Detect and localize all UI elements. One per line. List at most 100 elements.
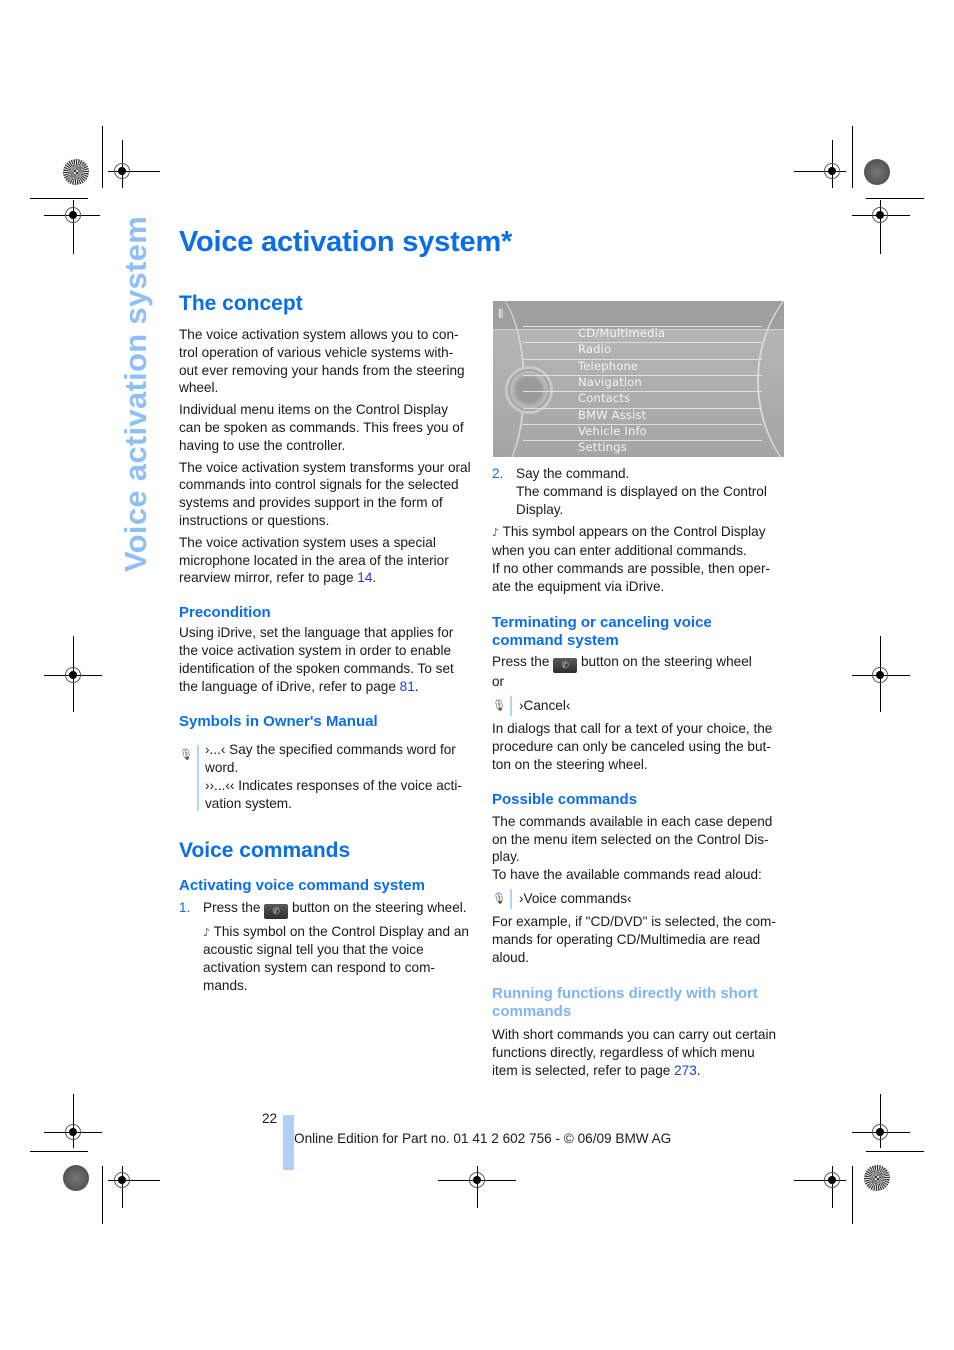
display-menu-item: Contacts — [578, 391, 631, 406]
step-1-text: Press the ✆ button on the steering wheel… — [203, 899, 471, 919]
registration-mark — [824, 1172, 840, 1188]
registration-mark — [65, 1124, 81, 1140]
command-text: ›Voice commands‹ — [519, 890, 632, 906]
page-link-14[interactable]: 14 — [357, 570, 372, 585]
menu-divider — [523, 374, 762, 376]
step-text: button on the steering wheel. — [291, 899, 467, 915]
symbol-note-2: If no other commands are possible, then … — [492, 560, 771, 594]
crop-line — [866, 1151, 924, 1152]
mic-icon: ⦀ — [498, 307, 504, 321]
registration-mark — [114, 163, 130, 179]
step-1: 1. Press the ✆ button on the steering wh… — [179, 899, 471, 995]
concept-paragraph: The voice activation system transforms y… — [179, 459, 471, 528]
edition-note: Online Edition for Part no. 01 41 2 602 … — [294, 1131, 672, 1146]
right-column: 2. Say the command. The command is displ… — [492, 465, 784, 1080]
registration-mark — [65, 667, 81, 683]
concept-text: The voice activation system uses a speci… — [179, 534, 449, 586]
possible-commands-heading: Possible commands — [492, 790, 638, 808]
registration-rosette — [63, 159, 89, 185]
registration-rosette — [864, 159, 890, 185]
symbol-line-say: ›...‹ Say the specified commands word fo… — [205, 742, 456, 776]
mic-icon: 🎙 — [179, 748, 193, 762]
mic-icon: 🎙 — [492, 696, 512, 717]
registration-mark — [824, 163, 840, 179]
footer-accent-bar — [283, 1115, 294, 1170]
command-text: ›Cancel‹ — [519, 698, 571, 714]
voice-commands-command: 🎙 ›Voice commands‹ — [492, 888, 784, 909]
possible-text-2: To have the available commands read alou… — [492, 867, 762, 883]
voice-button-icon: ✆ — [264, 903, 289, 919]
running-text: With short commands you can carry out ce… — [492, 1026, 784, 1079]
mic-icon: 🎙 — [492, 888, 512, 909]
note-text: This symbol appears on the Control Displ… — [492, 524, 766, 559]
terminating-heading: Terminating or canceling voice command s… — [492, 613, 712, 649]
left-column: The concept The voice activation system … — [179, 292, 471, 995]
terminating-note: In dialogs that call for a text of your … — [492, 721, 773, 772]
registration-rosette — [864, 1165, 890, 1191]
symbol-margin-bar: 🎙 — [179, 745, 199, 812]
precondition-heading: Precondition — [179, 604, 271, 622]
running-functions-heading: Running functions directly with short co… — [492, 985, 758, 1021]
registration-mark — [65, 207, 81, 223]
cancel-command: 🎙 ›Cancel‹ — [492, 696, 784, 717]
concept-paragraph: The voice activation system uses a speci… — [179, 534, 471, 587]
display-menu-item: Radio — [578, 342, 612, 357]
possible-text: The commands available in each case depe… — [492, 813, 773, 865]
menu-divider — [523, 358, 762, 360]
display-menu-item: Telephone — [578, 358, 639, 373]
page-title: Voice activation system* — [179, 226, 513, 258]
concept-heading: The concept — [179, 292, 303, 315]
step-number: 2. — [492, 466, 504, 481]
control-display-image: ⦀ CD/Multimedia Radio Telephone Navigation C… — [493, 301, 784, 457]
crop-line — [866, 198, 924, 199]
possible-example: For example, if "CD/DVD" is selected, th… — [492, 913, 776, 965]
symbol-note: ♪ This symbol appears on the Control Dis… — [492, 523, 784, 560]
display-menu-item: CD/Multimedia — [578, 326, 666, 340]
running-body: With short commands you can carry out ce… — [492, 1027, 777, 1078]
step-1-note: ♪ This symbol on the Control Display and… — [203, 923, 471, 995]
registration-mark — [872, 667, 888, 683]
crop-line — [30, 198, 88, 199]
period: . — [372, 570, 377, 586]
registration-mark — [872, 1124, 888, 1140]
menu-divider — [523, 342, 762, 344]
voice-commands-heading: Voice commands — [179, 838, 351, 862]
step-2-note: The command is displayed on the Control … — [516, 483, 767, 517]
page-link-81[interactable]: 81 — [400, 679, 415, 694]
listening-symbol-icon: ♪ — [203, 925, 211, 939]
registration-rosette — [63, 1165, 89, 1191]
concept-paragraph: Individual menu items on the Control Dis… — [179, 402, 464, 453]
crop-line — [102, 1166, 103, 1224]
menu-divider — [523, 391, 762, 393]
page-number: 22 — [262, 1111, 278, 1126]
page-link-273[interactable]: 273 — [674, 1063, 697, 1078]
side-tab-title: Voice activation system — [118, 215, 153, 572]
listening-symbol-icon: ♪ — [492, 526, 500, 540]
registration-mark — [469, 1172, 485, 1188]
press-text: Press the — [492, 653, 550, 669]
crop-line — [852, 126, 853, 188]
menu-divider — [523, 440, 762, 442]
activating-heading: Activating voice command system — [179, 876, 425, 894]
or-text: or — [492, 673, 505, 689]
display-menu-item: Navigation — [578, 374, 643, 389]
registration-mark — [872, 207, 888, 223]
crop-line — [852, 1166, 853, 1224]
period: . — [696, 1062, 701, 1078]
step-text: Press the — [203, 899, 261, 915]
symbol-line-response: ››...‹‹ Indicates responses of the voice… — [205, 777, 462, 811]
display-menu-item: Vehicle Info — [578, 423, 647, 438]
terminating-press: Press the ✆ button on the steering wheel — [492, 653, 784, 673]
crop-line — [30, 1151, 88, 1152]
registration-mark — [114, 1172, 130, 1188]
period: . — [414, 678, 419, 694]
press-text: button on the steering wheel — [580, 653, 752, 669]
symbols-heading: Symbols in Owner's Manual — [179, 713, 378, 731]
step-number: 1. — [179, 899, 191, 915]
step-2-text: Say the command. — [516, 466, 630, 481]
crop-line — [102, 126, 103, 188]
symbols-block: 🎙 ›...‹ Say the specified commands word … — [179, 741, 471, 812]
display-menu-item: BMW Assist — [578, 407, 647, 422]
step-2: 2. Say the command. The command is displ… — [492, 465, 784, 518]
voice-button-icon: ✆ — [553, 657, 578, 673]
